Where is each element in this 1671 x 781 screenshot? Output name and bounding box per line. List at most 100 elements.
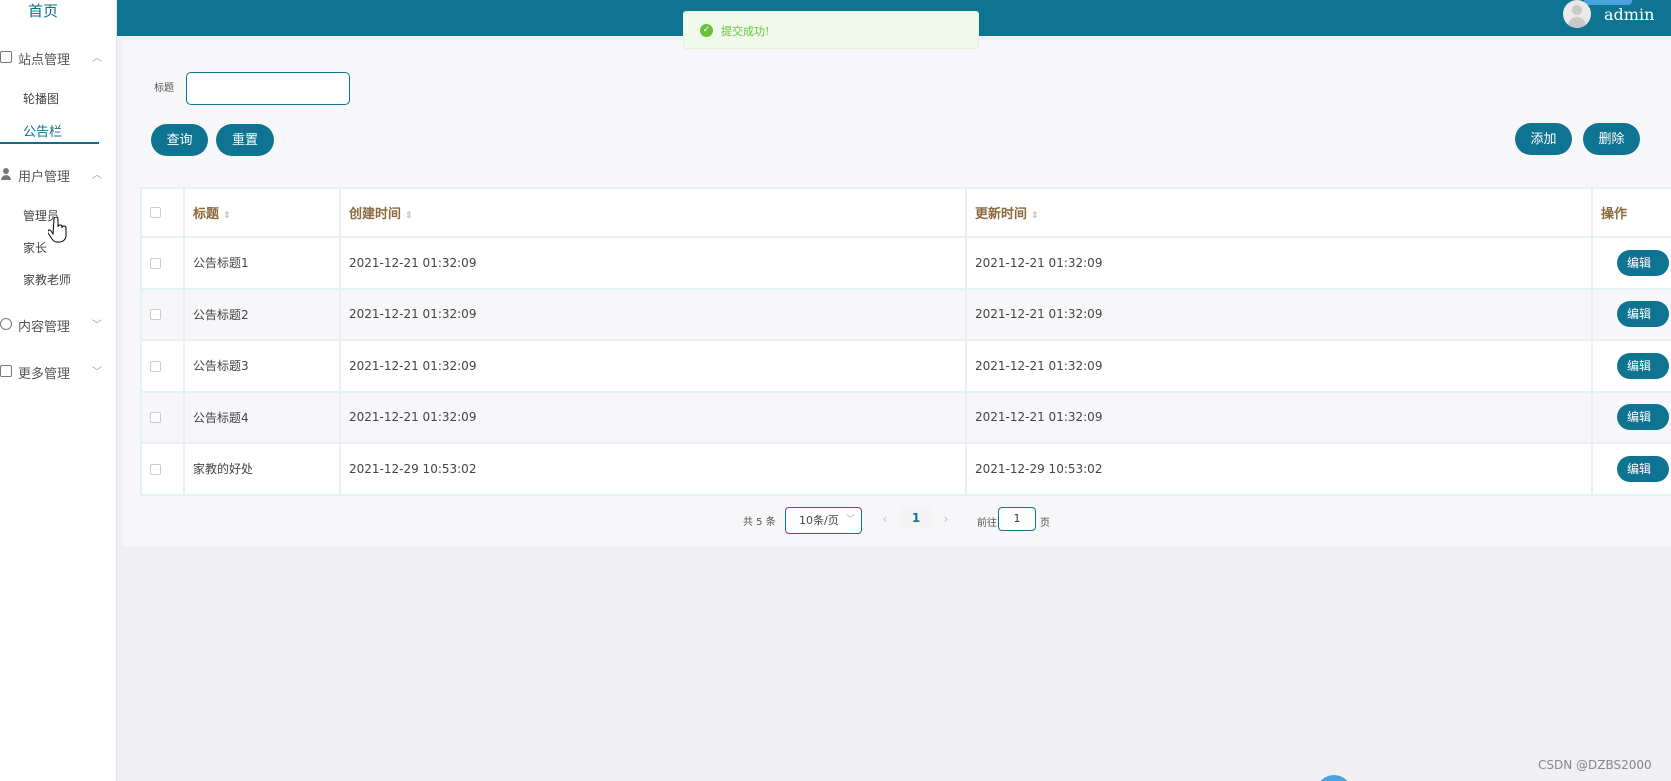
column-header-label: 标题 xyxy=(193,207,220,222)
sidebar: 首页 站点管理 ︿ 轮播图 公告栏 用户管理 ︿ 管理员 家长 家教老师 内容管… xyxy=(0,0,117,781)
avatar[interactable] xyxy=(1563,0,1591,28)
chevron-up-icon: ︿ xyxy=(92,53,102,64)
column-header-label: 创建时间 xyxy=(349,207,402,222)
sort-icon[interactable]: ⇕ xyxy=(223,211,231,221)
edit-button[interactable]: 编辑 xyxy=(1617,404,1669,431)
cell-title: 公告标题4 xyxy=(183,390,341,444)
cell-actions: 编辑 xyxy=(1591,442,1671,496)
sidebar-group-more[interactable]: 更多管理 ﹀ xyxy=(0,360,110,384)
cell-created: 2021-12-21 01:32:09 xyxy=(339,287,967,341)
prev-page-button[interactable]: ‹ xyxy=(874,509,896,529)
column-header-title[interactable]: 标题 ⇕ xyxy=(183,187,341,238)
edit-button[interactable]: 编辑 xyxy=(1617,249,1669,276)
query-button[interactable]: 查询 xyxy=(151,124,208,156)
table-row: 公告标题2 2021-12-21 01:32:09 2021-12-21 01:… xyxy=(140,287,1671,341)
chevron-down-icon: ﹀ xyxy=(845,515,855,525)
cell-actions: 编辑 xyxy=(1591,339,1671,393)
page-number[interactable]: 1 xyxy=(901,507,931,529)
cell-updated: 2021-12-21 01:32:09 xyxy=(965,390,1593,444)
page-size-value: 10条/页 xyxy=(799,514,839,527)
sort-icon[interactable]: ⇕ xyxy=(405,211,413,221)
cell-updated: 2021-12-29 10:53:02 xyxy=(965,442,1593,496)
row-checkbox[interactable] xyxy=(150,412,161,424)
cell-created: 2021-12-21 01:32:09 xyxy=(339,390,967,444)
row-checkbox[interactable] xyxy=(150,257,161,269)
username[interactable]: admin xyxy=(1604,5,1654,24)
title-label: 标题 xyxy=(154,83,174,94)
notice-table: 标题 ⇕ 创建时间 ⇕ 更新时间 ⇕ 操作 公告标题1 2021-12-21 01:3… xyxy=(140,187,1671,496)
monitor-icon xyxy=(0,51,12,63)
sidebar-group-users[interactable]: 用户管理 ︿ xyxy=(0,163,110,187)
sidebar-item-parent[interactable]: 家长 xyxy=(23,239,47,256)
pagination-total: 共 5 条 xyxy=(743,517,776,528)
document-icon xyxy=(0,365,12,377)
cell-actions: 编辑 xyxy=(1591,236,1671,290)
select-all-checkbox[interactable] xyxy=(150,207,161,218)
edit-button[interactable]: 编辑 xyxy=(1617,455,1669,482)
edit-button[interactable]: 编辑 xyxy=(1617,301,1669,328)
watermark: CSDN @DZBS2000 xyxy=(1538,758,1652,772)
sidebar-group-label: 用户管理 xyxy=(18,170,71,185)
cell-created: 2021-12-21 01:32:09 xyxy=(339,236,967,290)
title-search-input[interactable] xyxy=(186,72,350,105)
table-row: 公告标题1 2021-12-21 01:32:09 2021-12-21 01:… xyxy=(140,236,1671,290)
floating-action-button[interactable] xyxy=(1316,775,1352,781)
row-select-cell xyxy=(140,442,185,496)
row-checkbox[interactable] xyxy=(150,463,161,475)
sidebar-item-tutor[interactable]: 家教老师 xyxy=(23,271,71,288)
column-header-created[interactable]: 创建时间 ⇕ xyxy=(339,187,967,238)
sidebar-group-content[interactable]: 内容管理 ﹀ xyxy=(0,313,110,337)
table-row: 家教的好处 2021-12-29 10:53:02 2021-12-29 10:… xyxy=(140,442,1671,496)
message-icon xyxy=(0,318,12,330)
goto-page-input[interactable]: 1 xyxy=(998,507,1036,531)
column-header-label: 更新时间 xyxy=(975,207,1028,222)
cell-title: 公告标题1 xyxy=(183,236,341,290)
sidebar-group-label: 站点管理 xyxy=(18,53,71,68)
row-select-cell xyxy=(140,236,185,290)
hand-cursor-icon xyxy=(48,217,67,243)
sidebar-item-carousel[interactable]: 轮播图 xyxy=(23,90,59,107)
cell-updated: 2021-12-21 01:32:09 xyxy=(965,236,1593,290)
table-row: 公告标题4 2021-12-21 01:32:09 2021-12-21 01:… xyxy=(140,390,1671,444)
goto-label: 前往 xyxy=(977,518,997,529)
select-all-cell xyxy=(140,187,185,238)
cell-actions: 编辑 xyxy=(1591,390,1671,444)
sidebar-group-site[interactable]: 站点管理 ︿ xyxy=(0,46,110,70)
cell-title: 家教的好处 xyxy=(183,442,341,496)
row-select-cell xyxy=(140,390,185,444)
column-header-actions: 操作 xyxy=(1591,187,1671,238)
sidebar-home[interactable]: 首页 xyxy=(0,0,86,24)
user-icon xyxy=(0,168,12,180)
sidebar-item-notice[interactable]: 公告栏 xyxy=(23,121,62,140)
cell-actions: 编辑 xyxy=(1591,287,1671,341)
cell-created: 2021-12-29 10:53:02 xyxy=(339,442,967,496)
cell-created: 2021-12-21 01:32:09 xyxy=(339,339,967,393)
edit-button[interactable]: 编辑 xyxy=(1617,352,1669,379)
check-circle-icon: ✓ xyxy=(700,24,713,37)
chevron-down-icon: ﹀ xyxy=(92,367,102,378)
table-row: 公告标题3 2021-12-21 01:32:09 2021-12-21 01:… xyxy=(140,339,1671,393)
table-header-row: 标题 ⇕ 创建时间 ⇕ 更新时间 ⇕ 操作 xyxy=(140,187,1671,238)
cell-title: 公告标题2 xyxy=(183,287,341,341)
cell-updated: 2021-12-21 01:32:09 xyxy=(965,287,1593,341)
column-header-updated[interactable]: 更新时间 ⇕ xyxy=(965,187,1593,238)
page-suffix: 页 xyxy=(1040,518,1050,529)
row-select-cell xyxy=(140,287,185,341)
sort-icon[interactable]: ⇕ xyxy=(1031,211,1039,221)
toast-message: 提交成功! xyxy=(721,25,770,38)
add-button[interactable]: 添加 xyxy=(1515,123,1572,155)
chevron-down-icon: ﹀ xyxy=(92,320,102,331)
chevron-up-icon: ︿ xyxy=(92,170,102,181)
active-indicator xyxy=(0,142,99,144)
row-checkbox[interactable] xyxy=(150,360,161,372)
row-select-cell xyxy=(140,339,185,393)
next-page-button[interactable]: › xyxy=(935,509,957,529)
reset-button[interactable]: 重置 xyxy=(216,124,274,156)
sidebar-group-label: 内容管理 xyxy=(18,320,71,335)
delete-button[interactable]: 删除 xyxy=(1583,123,1640,155)
page-size-select[interactable]: 10条/页 ﹀ xyxy=(785,507,862,534)
cell-title: 公告标题3 xyxy=(183,339,341,393)
success-toast: ✓ 提交成功! xyxy=(683,11,979,49)
cell-updated: 2021-12-21 01:32:09 xyxy=(965,339,1593,393)
row-checkbox[interactable] xyxy=(150,309,161,321)
